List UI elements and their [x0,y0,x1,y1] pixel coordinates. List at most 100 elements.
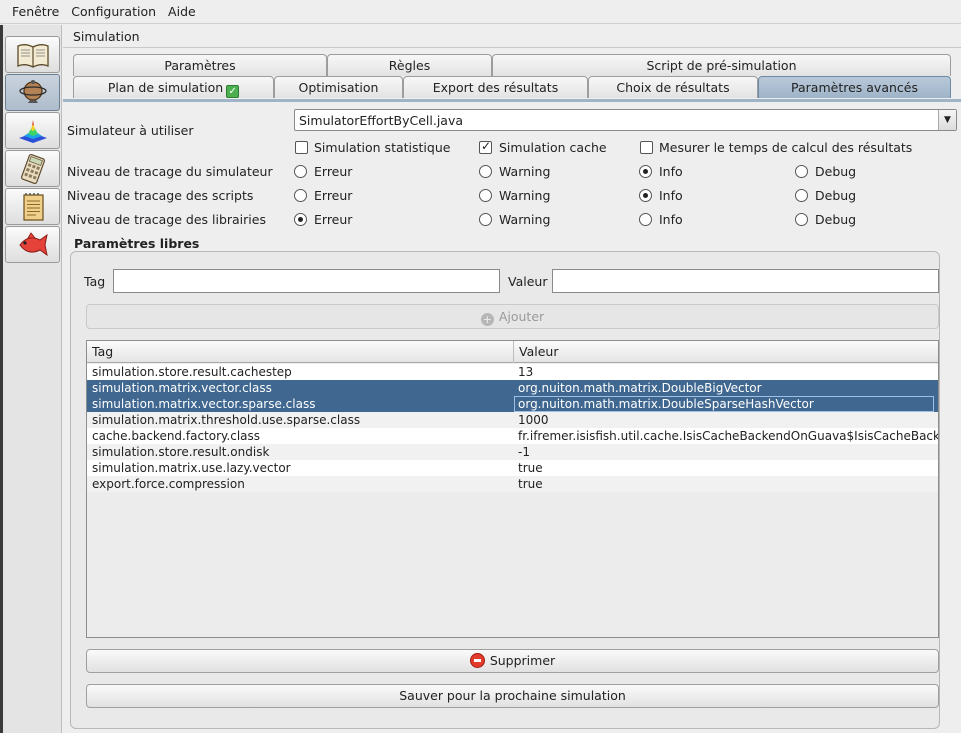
cell-valeur[interactable]: org.nuiton.math.matrix.DoubleBigVector [518,380,938,396]
trace-simulator-debug-radio[interactable] [795,165,808,178]
tag-input[interactable] [113,269,500,293]
chevron-down-icon[interactable]: ▼ [938,110,956,130]
mesurer-temps-checkbox[interactable] [640,141,653,154]
table-row[interactable]: simulation.matrix.use.lazy.vector true [87,460,938,476]
table-row[interactable]: export.force.compression true [87,476,938,492]
trace-libs-erreur-radio[interactable] [294,213,307,226]
tab-export-des-resultats[interactable]: Export des résultats [403,76,588,98]
tab-parametres[interactable]: Paramètres [73,54,327,76]
table-row[interactable]: cache.backend.factory.class fr.ifremer.is… [87,428,938,444]
trace-libs-debug-label: Debug [815,212,857,227]
left-edge [0,25,3,733]
trace-simulator-info-radio[interactable] [639,165,652,178]
simulation-cache-label: Simulation cache [499,140,607,155]
trace-scripts-debug-radio[interactable] [795,189,808,202]
tab-regles[interactable]: Règles [327,54,492,76]
simulator-label: Simulateur à utiliser [67,123,194,138]
table-row[interactable]: simulation.matrix.threshold.use.sparse.c… [87,412,938,428]
cell-tag[interactable]: simulation.matrix.vector.sparse.class [92,396,315,412]
trace-simulator-label: Niveau de tracage du simulateur [67,164,273,179]
trace-simulator-erreur-label: Erreur [314,164,353,179]
add-button-label: Ajouter [498,309,545,324]
surface-plot-icon [18,119,47,143]
add-icon: + [480,313,494,326]
trace-libs-label: Niveau de tracage des librairies [67,212,266,227]
column-header-tag[interactable]: Tag [87,341,513,363]
cell-valeur[interactable]: true [518,476,938,492]
tab-optimisation[interactable]: Optimisation [274,76,403,98]
cell-tag[interactable]: simulation.matrix.use.lazy.vector [92,460,291,476]
trace-scripts-warning-radio[interactable] [479,189,492,202]
table-row[interactable]: simulation.store.result.cachestep 13 [87,364,938,380]
menu-aide[interactable]: Aide [162,4,202,19]
simulator-select[interactable]: SimulatorEffortByCell.java ▼ [294,109,957,131]
checked-icon: ✓ [226,85,240,98]
table-header: Tag Valeur [87,341,938,363]
value-input[interactable] [552,269,939,293]
tab-choix-de-resultats[interactable]: Choix de résultats [588,76,758,98]
tab-script-pre-simulation[interactable]: Script de pré-simulation [492,54,951,76]
main-panel: Simulation Paramètres Règles Script de p… [63,25,961,733]
trace-scripts-info-radio[interactable] [639,189,652,202]
globe-button[interactable] [5,74,60,111]
tag-label: Tag [84,274,106,289]
trace-scripts-debug-label: Debug [815,188,857,203]
trace-libs-debug-radio[interactable] [795,213,808,226]
menu-fenetre[interactable]: Fenêtre [6,4,65,19]
trace-simulator-info-label: Info [659,164,683,179]
trace-simulator-erreur-radio[interactable] [294,165,307,178]
cell-valeur[interactable]: org.nuiton.math.matrix.DoubleSparseHashV… [514,396,934,412]
trace-simulator-warning-radio[interactable] [479,165,492,178]
trace-simulator-warning-label: Warning [499,164,551,179]
trace-libs-warning-radio[interactable] [479,213,492,226]
tab-plan-label: Plan de simulation [107,80,224,95]
calculator-button[interactable] [5,150,60,187]
trace-scripts-erreur-label: Erreur [314,188,353,203]
table-row[interactable]: simulation.store.result.ondisk -1 [87,444,938,460]
delete-icon [469,653,485,668]
cell-valeur[interactable]: 13 [518,364,938,380]
tab-parametres-avances[interactable]: Paramètres avancés [758,76,951,98]
book-button[interactable] [5,36,60,73]
delete-button[interactable]: Supprimer [86,649,939,673]
fish-button[interactable] [5,226,60,263]
column-header-valeur[interactable]: Valeur [513,341,938,363]
surface-plot-button[interactable] [5,112,60,149]
tab-content-border [63,99,961,102]
trace-libs-erreur-label: Erreur [314,212,353,227]
table-row[interactable]: simulation.matrix.vector.class org.nuiton… [87,380,938,396]
delete-button-label: Supprimer [489,653,556,668]
value-label: Valeur [508,274,548,289]
globe-icon [18,79,47,103]
calculator-icon [20,153,45,184]
cell-tag[interactable]: simulation.store.result.cachestep [92,364,292,380]
simulator-select-value: SimulatorEffortByCell.java [299,113,464,128]
cell-valeur[interactable]: true [518,460,938,476]
simulation-cache-checkbox[interactable] [479,139,492,154]
notepad-button[interactable] [5,188,60,225]
table-row[interactable]: simulation.matrix.vector.sparse.class org… [87,396,938,412]
simulation-statistique-checkbox[interactable] [295,141,308,154]
book-icon [16,43,49,68]
cell-tag[interactable]: export.force.compression [92,476,245,492]
trace-libs-warning-label: Warning [499,212,551,227]
cell-tag[interactable]: simulation.store.result.ondisk [92,444,269,460]
cell-valeur[interactable]: -1 [518,444,938,460]
trace-libs-info-radio[interactable] [639,213,652,226]
save-button[interactable]: Sauver pour la prochaine simulation [86,684,939,708]
cell-valeur[interactable]: 1000 [518,412,938,428]
window-title: Simulation [63,25,961,48]
tab-plan-de-simulation[interactable]: Plan de simulation ✓ [73,76,274,98]
trace-libs-info-label: Info [659,212,683,227]
save-button-label: Sauver pour la prochaine simulation [399,688,626,703]
cell-tag[interactable]: simulation.matrix.vector.class [92,380,272,396]
menu-bar: Fenêtre Configuration Aide [0,0,961,24]
cell-tag[interactable]: cache.backend.factory.class [92,428,260,444]
cell-tag[interactable]: simulation.matrix.threshold.use.sparse.c… [92,412,360,428]
simulation-statistique-label: Simulation statistique [314,140,451,155]
trace-scripts-erreur-radio[interactable] [294,189,307,202]
add-button[interactable]: + Ajouter [86,304,939,329]
menu-configuration[interactable]: Configuration [65,4,162,19]
mesurer-temps-label: Mesurer le temps de calcul des résultats [659,140,913,155]
cell-valeur[interactable]: fr.ifremer.isisfish.util.cache.IsisCache… [518,428,938,444]
